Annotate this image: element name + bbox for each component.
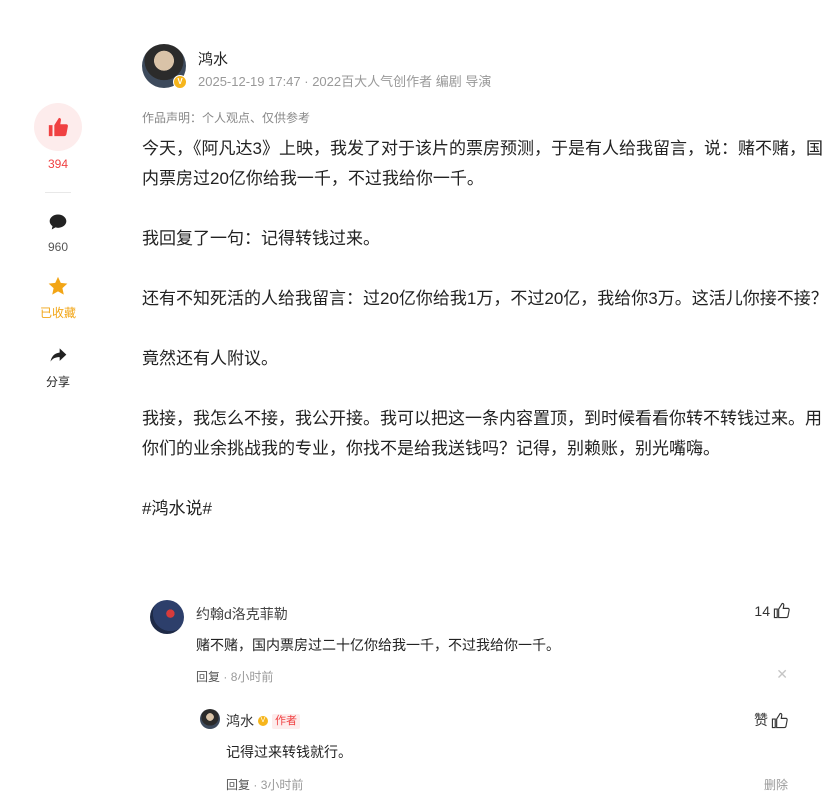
- comment-button[interactable]: 960: [0, 210, 116, 254]
- reply-time: 3小时前: [260, 778, 304, 792]
- comment-bubble-icon: [49, 214, 67, 230]
- comment-like-button[interactable]: 14: [754, 602, 790, 619]
- share-arrow-icon: [50, 348, 67, 362]
- delete-button[interactable]: 删除: [764, 776, 788, 793]
- reply-text: 记得过来转钱就行。: [226, 744, 352, 760]
- reply-author-avatar[interactable]: [200, 709, 220, 729]
- like-button[interactable]: 394: [0, 103, 116, 171]
- reply-like-label: 赞: [754, 712, 768, 728]
- reply-author: 鸿水 V 作者: [226, 711, 300, 731]
- thumbs-up-outline-icon: [773, 602, 790, 619]
- comment-reply-button[interactable]: 回复: [196, 670, 220, 684]
- footer-separator: ·: [253, 778, 261, 792]
- comment-count: 960: [47, 240, 69, 254]
- rail-divider: [45, 192, 71, 193]
- favorite-button[interactable]: 已收藏: [0, 274, 116, 321]
- like-count: 394: [47, 157, 69, 171]
- reply-author-name[interactable]: 鸿水: [226, 711, 254, 731]
- article-paragraph: 还有不知死活的人给我留言：过20亿你给我1万，不过20亿，我给你3万。这活儿你接…: [142, 289, 828, 308]
- like-circle: [34, 103, 82, 151]
- share-label: 分享: [45, 375, 70, 389]
- comment-footer: 回复 · 8小时前: [196, 668, 273, 685]
- article-paragraph: 我回复了一句：记得转钱过来。: [142, 229, 380, 248]
- article-paragraph: 今天，《阿凡达3》上映，我发了对于该片的票房预测，于是有人给我留言，说：赌不赌，…: [142, 139, 823, 188]
- comment-time: 8小时前: [230, 670, 274, 684]
- author-meta: 2025-12-19 17:47 · 2022百大人气创作者 编剧 导演: [198, 74, 492, 89]
- close-icon[interactable]: ✕: [776, 666, 788, 683]
- verified-badge-icon: V: [258, 716, 268, 726]
- article-body: 今天，《阿凡达3》上映，我发了对于该片的票房预测，于是有人给我留言，说：赌不赌，…: [142, 134, 832, 554]
- comment-text: 赌不赌，国内票房过二十亿你给我一千，不过我给你一千。: [196, 637, 560, 653]
- commenter-avatar[interactable]: [150, 600, 184, 634]
- star-icon: [48, 276, 68, 295]
- commenter-name[interactable]: 约翰d洛克菲勒: [196, 604, 288, 624]
- thumbs-up-outline-icon: [771, 712, 788, 728]
- hashtag-link[interactable]: #鸿水说#: [142, 494, 832, 524]
- favorite-label: 已收藏: [39, 306, 76, 320]
- thumbs-up-icon: [48, 117, 68, 137]
- footer-separator: ·: [223, 670, 231, 684]
- author-tag: 作者: [272, 713, 300, 729]
- article-paragraph: 竟然还有人附议。: [142, 349, 278, 368]
- reply-like-button[interactable]: 赞: [754, 710, 788, 730]
- author-name[interactable]: 鸿水: [198, 48, 228, 69]
- share-button[interactable]: 分享: [0, 343, 116, 390]
- comment-like-count: 14: [754, 602, 770, 619]
- reply-footer: 回复 · 3小时前: [226, 776, 303, 793]
- verified-badge-icon: V: [173, 75, 187, 89]
- article-paragraph: 我接，我怎么不接，我公开接。我可以把这一条内容置顶，到时候看看你转不转钱过来。用…: [142, 409, 822, 458]
- reply-reply-button[interactable]: 回复: [226, 778, 250, 792]
- content-declaration: 作品声明：个人观点、仅供参考: [142, 111, 311, 125]
